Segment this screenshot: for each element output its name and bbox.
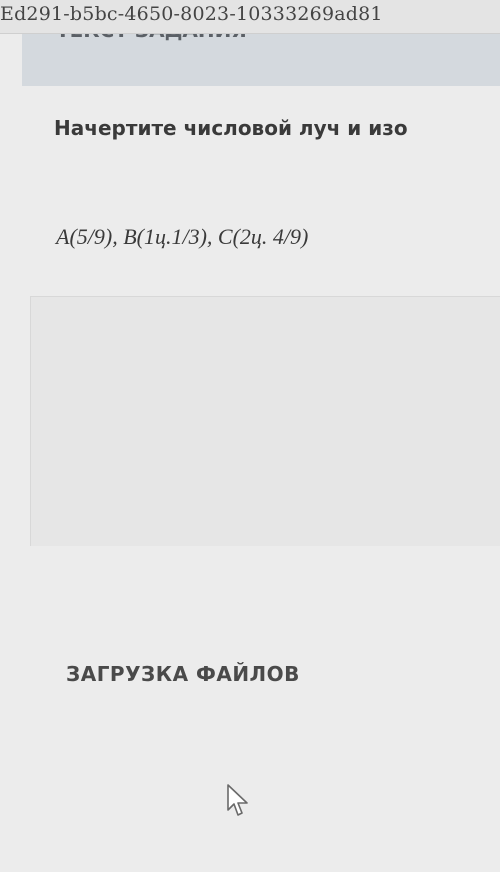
file-upload-label: ЗАГРУЗКА ФАЙЛОВ [66, 662, 300, 686]
url-text: Ed291-b5bc-4650-8023-10333269ad81 [0, 3, 383, 25]
points-text: A(5/9), B(1ц.1/3), C(2ц. 4/9) [56, 224, 309, 249]
address-bar[interactable]: Ed291-b5bc-4650-8023-10333269ad81 [0, 0, 500, 34]
mouse-pointer-icon [227, 784, 248, 816]
question-text: Начертите числовой луч и изо [54, 116, 408, 140]
answer-input-area[interactable] [30, 296, 500, 546]
task-header-title: ТЕКСТ ЗАДАНИЯ [56, 34, 247, 42]
task-header: ТЕКСТ ЗАДАНИЯ [22, 34, 500, 86]
